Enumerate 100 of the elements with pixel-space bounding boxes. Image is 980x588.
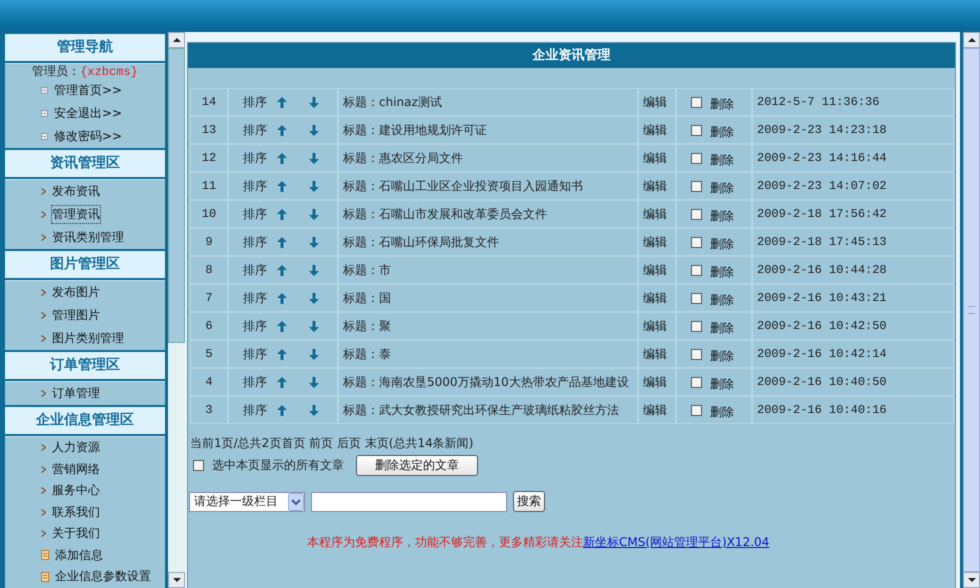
- delete-link[interactable]: 删除: [710, 92, 734, 112]
- nav-link[interactable]: 资讯类别管理: [52, 229, 124, 246]
- down-arrow-icon[interactable]: [309, 348, 319, 360]
- up-arrow-icon[interactable]: [277, 404, 287, 416]
- checkbox[interactable]: [691, 320, 702, 332]
- up-arrow-icon[interactable]: [277, 152, 287, 164]
- article-title: 标题：市: [343, 262, 391, 276]
- edit-link[interactable]: 编辑: [643, 178, 667, 192]
- down-arrow-icon[interactable]: [309, 152, 319, 164]
- checkbox-label: 选中本页显示的所有文章: [212, 457, 344, 474]
- nav-link[interactable]: 营销网络: [52, 460, 100, 478]
- checkbox[interactable]: [691, 292, 702, 304]
- pagination-text: 当前1页/总共2页首页 前页 后页 末页(总共14条新闻): [189, 435, 474, 452]
- checkbox[interactable]: [691, 124, 702, 136]
- down-arrow-icon[interactable]: [309, 292, 319, 304]
- date-text: 2009-2-16 10:42:50: [757, 319, 887, 333]
- checkbox[interactable]: [691, 96, 702, 108]
- edit-link[interactable]: 编辑: [643, 122, 667, 136]
- up-arrow-icon[interactable]: [277, 124, 287, 136]
- delete-link[interactable]: 删除: [710, 260, 734, 280]
- notice-text: 本程序为免费程序，功能不够完善，更多精彩请关注: [307, 535, 583, 549]
- search-button[interactable]: 搜索: [513, 491, 545, 512]
- checkbox[interactable]: [691, 404, 702, 416]
- square-bullet-icon: [41, 110, 48, 117]
- nav-link[interactable]: 关于我们: [52, 525, 100, 542]
- date-text: 2009-2-16 10:43:21: [757, 291, 887, 305]
- delete-link[interactable]: 删除: [710, 120, 734, 140]
- article-title: 标题：海南农垦5000万撬动10大热带农产品基地建设: [343, 374, 629, 388]
- edit-link[interactable]: 编辑: [643, 262, 667, 276]
- delete-link[interactable]: 删除: [710, 232, 734, 252]
- date-text: 2009-2-18 17:56:42: [757, 207, 887, 221]
- down-arrow-icon[interactable]: [309, 180, 319, 192]
- checkbox[interactable]: [691, 208, 702, 220]
- nav-link[interactable]: 添加信息: [55, 546, 103, 564]
- down-arrow-icon[interactable]: [309, 124, 319, 136]
- chevron-icon: [41, 234, 46, 241]
- checkbox[interactable]: [691, 152, 702, 164]
- up-arrow-icon[interactable]: [277, 236, 287, 248]
- up-arrow-icon[interactable]: [277, 264, 287, 276]
- date-text: 2009-2-16 10:40:50: [757, 375, 887, 389]
- nav-link[interactable]: 管理资讯: [52, 206, 100, 223]
- delete-link[interactable]: 删除: [710, 400, 734, 420]
- nav-link[interactable]: 企业信息参数设置: [55, 568, 151, 586]
- down-arrow-icon[interactable]: [309, 320, 319, 332]
- checkbox[interactable]: [193, 460, 204, 471]
- nav-link[interactable]: 联系我们: [52, 504, 100, 521]
- nav-link[interactable]: 发布资讯: [52, 183, 100, 200]
- up-arrow-icon[interactable]: [277, 376, 287, 388]
- article-title: 标题：聚: [343, 318, 391, 332]
- delete-link[interactable]: 删除: [710, 288, 734, 308]
- down-arrow-icon[interactable]: [309, 404, 319, 416]
- checkbox[interactable]: [691, 264, 702, 276]
- edit-link[interactable]: 编辑: [643, 206, 667, 220]
- category-dropdown[interactable]: 请选择一级栏目: [189, 492, 305, 512]
- nav-link[interactable]: 管理图片: [52, 307, 100, 324]
- delete-link[interactable]: 删除: [710, 316, 734, 336]
- search-field[interactable]: [311, 492, 507, 512]
- delete-link[interactable]: 删除: [710, 372, 734, 392]
- date-text: 2009-2-23 14:16:44: [757, 151, 887, 165]
- cms-link[interactable]: 新坐标CMS(网站管理平台)X12.04: [583, 535, 770, 549]
- delete-link[interactable]: 删除: [710, 344, 734, 364]
- edit-link[interactable]: 编辑: [643, 290, 667, 304]
- down-arrow-icon[interactable]: [309, 264, 319, 276]
- up-arrow-icon[interactable]: [277, 292, 287, 304]
- scrollbar[interactable]: [963, 32, 980, 588]
- delete-link[interactable]: 删除: [710, 176, 734, 196]
- up-arrow-icon[interactable]: [277, 320, 287, 332]
- down-arrow-icon[interactable]: [309, 96, 319, 108]
- nav-link[interactable]: 修改密码>>: [54, 128, 122, 145]
- up-arrow-icon[interactable]: [277, 180, 287, 192]
- down-arrow-icon[interactable]: [309, 208, 319, 220]
- delete-link[interactable]: 删除: [710, 148, 734, 168]
- delete-link[interactable]: 删除: [710, 204, 734, 224]
- edit-link[interactable]: 编辑: [643, 150, 667, 164]
- scrollbar[interactable]: [168, 32, 185, 588]
- edit-link[interactable]: 编辑: [643, 346, 667, 360]
- checkbox[interactable]: [691, 376, 702, 388]
- checkbox[interactable]: [691, 236, 702, 248]
- nav-link[interactable]: 订单管理: [52, 385, 100, 402]
- up-arrow-icon[interactable]: [277, 208, 287, 220]
- delete-selected-button[interactable]: 删除选定的文章: [356, 455, 478, 476]
- down-arrow-icon[interactable]: [309, 236, 319, 248]
- checkbox[interactable]: [691, 348, 702, 360]
- section-header: 图片管理区: [5, 251, 165, 278]
- edit-link[interactable]: 编辑: [643, 402, 667, 416]
- nav-link[interactable]: 人力资源: [52, 439, 100, 456]
- nav-link[interactable]: 安全退出>>: [54, 105, 122, 122]
- edit-link[interactable]: 编辑: [643, 234, 667, 248]
- edit-link[interactable]: 编辑: [643, 318, 667, 332]
- nav-link[interactable]: 发布图片: [52, 284, 100, 301]
- sort-label: 排序: [243, 122, 267, 138]
- up-arrow-icon[interactable]: [277, 96, 287, 108]
- edit-link[interactable]: 编辑: [643, 374, 667, 388]
- nav-link[interactable]: 服务中心: [52, 482, 100, 500]
- up-arrow-icon[interactable]: [277, 348, 287, 360]
- nav-link[interactable]: 图片类别管理: [52, 330, 124, 347]
- down-arrow-icon[interactable]: [309, 376, 319, 388]
- edit-link[interactable]: 编辑: [643, 94, 667, 108]
- checkbox[interactable]: [691, 180, 702, 192]
- nav-link[interactable]: 管理首页>>: [54, 82, 122, 99]
